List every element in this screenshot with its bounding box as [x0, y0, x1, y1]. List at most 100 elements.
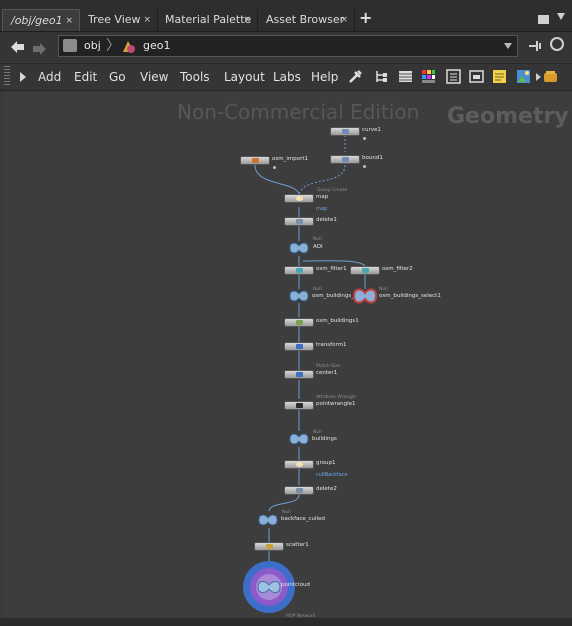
tab-label: Material Palette [165, 13, 252, 26]
tab-material-palette[interactable]: Material Palette × [157, 9, 258, 31]
node-label-osm-import1: osm_import1 [272, 156, 308, 162]
node-transform1[interactable] [284, 342, 314, 351]
node-label-delete1: delete1 [316, 217, 337, 223]
node-buildings-null[interactable] [288, 431, 310, 451]
sticky-note-icon[interactable] [492, 69, 507, 84]
breadcrumb-obj[interactable]: obj [84, 36, 101, 56]
tab-bar: /obj/geo1 × Tree View × Material Palette… [0, 0, 572, 32]
forward-arrow-icon[interactable] [33, 40, 47, 59]
tab-asset-browser[interactable]: Asset Browser × [258, 9, 355, 31]
node-type-aoi: Null [313, 237, 322, 242]
tab-tree-view[interactable]: Tree View × [80, 9, 158, 31]
node-label-osm-filter2: osm_filter2 [382, 266, 413, 272]
parameter-list-icon[interactable] [446, 69, 461, 84]
close-icon[interactable]: × [65, 10, 73, 32]
overflow-arrow-icon[interactable] [536, 73, 541, 81]
node-osm-buildings1[interactable] [284, 318, 314, 327]
close-icon[interactable]: × [143, 9, 151, 31]
node-group-cull-backface: cullBackface [316, 472, 348, 478]
menu-help[interactable]: Help [311, 64, 338, 90]
node-label-buildings: buildings [312, 436, 337, 442]
node-scatter1[interactable] [254, 542, 284, 551]
pin-icon[interactable] [528, 38, 544, 57]
node-type-osm-buildings-select1: Null [379, 287, 388, 292]
node-label-aoi: AOI [313, 244, 323, 250]
expand-arrow-icon[interactable] [20, 72, 26, 82]
pane-arrow-icon[interactable] [557, 13, 565, 20]
node-label-osm-filter1: osm_filter1 [316, 266, 347, 272]
node-osm-filter2[interactable] [350, 266, 380, 275]
breadcrumb-separator-icon: 〉 [106, 38, 120, 54]
menu-layout[interactable]: Layout [224, 64, 265, 90]
node-aoi-null[interactable] [288, 240, 310, 260]
node-type-buildings: Null [313, 430, 322, 435]
node-osm-buildings-null[interactable] [288, 288, 310, 308]
node-type-map: Group Create [317, 188, 348, 193]
pane-menu-icon[interactable] [538, 15, 549, 24]
node-label-delete2: delete2 [316, 486, 337, 492]
link-icon[interactable] [550, 37, 564, 51]
node-center1[interactable] [284, 370, 314, 379]
breadcrumb-geo1[interactable]: geo1 [143, 36, 170, 56]
node-map[interactable] [284, 194, 314, 203]
geo-icon [121, 39, 136, 53]
background-image-icon[interactable] [516, 69, 531, 84]
node-label-center1: center1 [316, 370, 338, 376]
node-osm-filter1[interactable] [284, 266, 314, 275]
tab-label: Tree View [88, 13, 141, 26]
collapse-handle-icon[interactable] [4, 66, 10, 86]
list-view-icon[interactable] [398, 69, 413, 84]
node-label-transform1: transform1 [316, 342, 347, 348]
network-editor-canvas[interactable]: Non-Commercial Edition Geometry curve1 b… [5, 91, 572, 626]
node-label-curve1: curve1 [362, 127, 381, 133]
obj-icon [63, 39, 77, 52]
node-type-pointwrangle1: Attribute Wrangle [316, 395, 356, 400]
back-arrow-icon[interactable] [10, 39, 25, 58]
node-label-backface-culled: backface_culled [281, 516, 325, 522]
node-delete2[interactable] [284, 486, 314, 495]
node-label-bound1: bound1 [362, 155, 383, 161]
node-label-map: map [316, 194, 329, 200]
node-bound1[interactable] [330, 155, 360, 164]
node-pointwrangle1[interactable] [284, 401, 314, 410]
menu-view[interactable]: View [140, 64, 168, 90]
node-group1[interactable] [284, 460, 314, 469]
tree-layout-icon[interactable] [374, 69, 389, 84]
color-palette-icon[interactable] [421, 69, 436, 84]
node-group-map: map [316, 206, 328, 212]
add-tab-icon[interactable]: + [359, 8, 372, 27]
node-label-osm-buildings-select1: osm_buildings_select1 [379, 293, 441, 299]
close-icon[interactable]: × [340, 9, 348, 31]
menu-add[interactable]: Add [38, 64, 61, 90]
node-curve1[interactable] [330, 127, 360, 136]
tab-label: Asset Browser [266, 13, 345, 26]
tab-label: /obj/geo1 [11, 14, 63, 27]
menu-go[interactable]: Go [109, 64, 126, 90]
node-pointcloud-null[interactable] [242, 560, 296, 618]
node-label-scatter1: scatter1 [286, 542, 309, 548]
node-delete1[interactable] [284, 217, 314, 226]
node-label-group1: group1 [316, 460, 336, 466]
node-osm-buildings-select1-null[interactable] [352, 286, 378, 310]
menu-tools[interactable]: Tools [180, 64, 210, 90]
close-icon[interactable]: × [243, 9, 251, 31]
node-label-pointwrangle1: pointwrangle1 [316, 401, 356, 407]
asset-icon[interactable] [543, 69, 558, 84]
chevron-down-icon[interactable] [504, 43, 512, 49]
tab-obj-geo1[interactable]: /obj/geo1 × [2, 9, 80, 31]
menu-labs[interactable]: Labs [273, 64, 301, 90]
node-type-backface-culled: Null [282, 510, 291, 515]
node-type-center1: Match Size [316, 364, 341, 369]
node-label-pointcloud: pointcloud [281, 582, 310, 588]
node-backface-culled-null[interactable] [257, 512, 279, 532]
node-label-osm-buildings1: osm_buildings1 [316, 318, 359, 324]
path-bar: obj 〉 geo1 [0, 32, 572, 62]
network-box-icon[interactable] [469, 69, 484, 84]
node-osm-import1[interactable] [240, 156, 270, 165]
menu-edit[interactable]: Edit [74, 64, 97, 90]
wrench-icon[interactable] [348, 69, 363, 84]
node-flag-dot [363, 165, 366, 168]
node-flag-dot [363, 137, 366, 140]
network-path-field[interactable]: obj 〉 geo1 [58, 35, 518, 57]
status-strip [0, 618, 572, 626]
